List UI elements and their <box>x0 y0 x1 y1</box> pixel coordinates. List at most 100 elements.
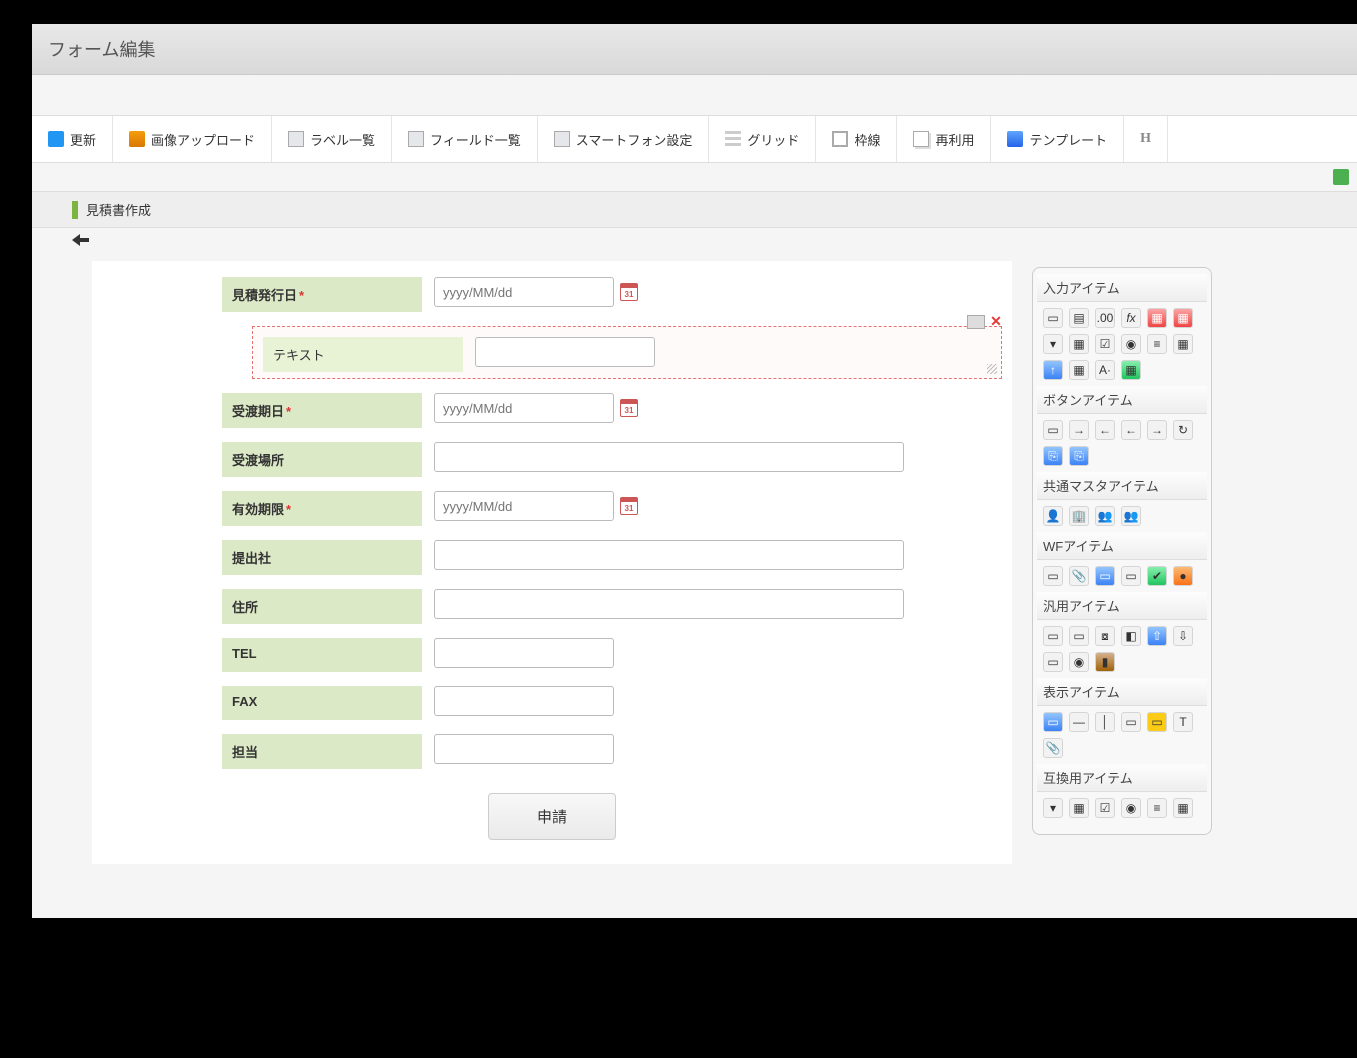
border-button[interactable]: 枠線 <box>816 116 897 162</box>
generic-camera-icon[interactable]: ⧇ <box>1095 626 1115 646</box>
grid-item-icon[interactable]: ▦ <box>1173 334 1193 354</box>
reload-button-icon[interactable]: ↻ <box>1173 420 1193 440</box>
grid-icon <box>725 131 741 147</box>
generic-barrel-icon[interactable]: ▮ <box>1095 652 1115 672</box>
display-header-icon[interactable]: ▭ <box>1043 712 1063 732</box>
wf-note-icon[interactable]: ▭ <box>1043 566 1063 586</box>
select-item-icon[interactable]: ▾ <box>1043 334 1063 354</box>
selected-item-wrap[interactable]: ✕ テキスト <box>252 326 1002 379</box>
fax-input[interactable] <box>434 686 614 716</box>
forward-button-icon[interactable]: → <box>1147 420 1167 440</box>
wf-approve-icon[interactable]: ✔ <box>1147 566 1167 586</box>
expiry-input[interactable] <box>434 491 614 521</box>
submitter-input[interactable] <box>434 540 904 570</box>
submit-button[interactable]: 申請 <box>488 793 616 840</box>
calendar-icon[interactable] <box>620 283 638 301</box>
generic-cube-icon[interactable]: ◧ <box>1121 626 1141 646</box>
text-input[interactable] <box>475 337 655 367</box>
image-upload-button[interactable]: 画像アップロード <box>113 116 272 162</box>
group-master-icon[interactable]: 👥 <box>1095 506 1115 526</box>
row-tel[interactable]: TEL <box>92 638 1012 672</box>
compat-grid-icon[interactable]: ▦ <box>1173 798 1193 818</box>
org-master-icon[interactable]: 🏢 <box>1069 506 1089 526</box>
delivery-place-input[interactable] <box>434 442 904 472</box>
wf-stamp-icon[interactable]: ● <box>1173 566 1193 586</box>
table-item-icon[interactable]: ▦ <box>1069 334 1089 354</box>
function-item-icon[interactable]: fx <box>1121 308 1141 328</box>
display-text-icon[interactable]: T <box>1173 712 1193 732</box>
compat-radio-icon[interactable]: ◉ <box>1121 798 1141 818</box>
wf-route-icon[interactable]: ▭ <box>1121 566 1141 586</box>
spreadsheet-item-icon[interactable]: ▦ <box>1069 360 1089 380</box>
text-item-icon[interactable]: ▭ <box>1043 308 1063 328</box>
prev-button-icon[interactable]: ← <box>1095 420 1115 440</box>
calendar-icon[interactable] <box>620 497 638 515</box>
person-input[interactable] <box>434 734 614 764</box>
display-image-icon[interactable]: ▭ <box>1147 712 1167 732</box>
copy-next-icon[interactable]: ⎘ <box>1069 446 1089 466</box>
row-address[interactable]: 住所 <box>92 589 1012 624</box>
wf-attach-icon[interactable]: 📎 <box>1069 566 1089 586</box>
display-vr-icon[interactable]: │ <box>1095 712 1115 732</box>
label-issue-date: 見積発行日* <box>222 277 422 312</box>
generic-disc-icon[interactable]: ◉ <box>1069 652 1089 672</box>
generic-link-icon[interactable]: ⇧ <box>1147 626 1167 646</box>
row-delivery-place[interactable]: 受渡場所 <box>92 442 1012 477</box>
issue-date-input[interactable] <box>434 277 614 307</box>
compat-check-icon[interactable]: ☑ <box>1095 798 1115 818</box>
generic-download-icon[interactable]: ⇩ <box>1173 626 1193 646</box>
label-expiry: 有効期限* <box>222 491 422 526</box>
row-person[interactable]: 担当 <box>92 734 1012 769</box>
datetime-item-icon[interactable]: ▦ <box>1173 308 1193 328</box>
row-due-date[interactable]: 受渡期日* <box>92 393 1012 428</box>
back-button[interactable] <box>72 234 90 246</box>
copy-prev-icon[interactable]: ⎘ <box>1043 446 1063 466</box>
wf-image-icon[interactable]: ▭ <box>1095 566 1115 586</box>
row-fax[interactable]: FAX <box>92 686 1012 720</box>
toolbar-label: 画像アップロード <box>151 130 255 149</box>
resize-handle-icon[interactable] <box>987 364 997 374</box>
template-button[interactable]: テンプレート <box>991 116 1124 162</box>
reuse-button[interactable]: 再利用 <box>897 116 991 162</box>
compat-list-icon[interactable]: ≡ <box>1147 798 1167 818</box>
due-date-input[interactable] <box>434 393 614 423</box>
upload-item-icon[interactable]: ↑ <box>1043 360 1063 380</box>
row-expiry[interactable]: 有効期限* <box>92 491 1012 526</box>
heading-button[interactable]: H <box>1124 116 1168 162</box>
display-clip-icon[interactable]: 📎 <box>1043 738 1063 758</box>
generic-box-icon[interactable]: ▭ <box>1069 626 1089 646</box>
address-input[interactable] <box>434 589 904 619</box>
status-icon[interactable] <box>1333 169 1349 185</box>
smartphone-button[interactable]: スマートフォン設定 <box>538 116 710 162</box>
compat-table-icon[interactable]: ▦ <box>1069 798 1089 818</box>
richtext-item-icon[interactable]: A· <box>1095 360 1115 380</box>
checkbox-item-icon[interactable]: ☑ <box>1095 334 1115 354</box>
role-master-icon[interactable]: 👥 <box>1121 506 1141 526</box>
grid-button[interactable]: グリッド <box>709 116 816 162</box>
generic-text-icon[interactable]: ▭ <box>1043 626 1063 646</box>
drag-handle-icon[interactable] <box>967 315 985 329</box>
map-item-icon[interactable]: ▦ <box>1121 360 1141 380</box>
next-button-icon[interactable]: → <box>1069 420 1089 440</box>
field-icon <box>408 131 424 147</box>
field-list-button[interactable]: フィールド一覧 <box>392 116 538 162</box>
button-item-icon[interactable]: ▭ <box>1043 420 1063 440</box>
textarea-item-icon[interactable]: ▤ <box>1069 308 1089 328</box>
tel-input[interactable] <box>434 638 614 668</box>
delete-icon[interactable]: ✕ <box>989 315 1003 329</box>
compat-select-icon[interactable]: ▾ <box>1043 798 1063 818</box>
number-item-icon[interactable]: .00 <box>1095 308 1115 328</box>
calendar-icon[interactable] <box>620 399 638 417</box>
row-issue-date[interactable]: 見積発行日* <box>92 277 1012 312</box>
date-item-icon[interactable]: ▦ <box>1147 308 1167 328</box>
list-item-icon[interactable]: ≡ <box>1147 334 1167 354</box>
generic-panel-icon[interactable]: ▭ <box>1043 652 1063 672</box>
update-button[interactable]: 更新 <box>32 116 113 162</box>
back-button-icon[interactable]: ← <box>1121 420 1141 440</box>
display-box-icon[interactable]: ▭ <box>1121 712 1141 732</box>
user-master-icon[interactable]: 👤 <box>1043 506 1063 526</box>
label-list-button[interactable]: ラベル一覧 <box>272 116 392 162</box>
row-submitter[interactable]: 提出社 <box>92 540 1012 575</box>
radio-item-icon[interactable]: ◉ <box>1121 334 1141 354</box>
display-hr-icon[interactable]: — <box>1069 712 1089 732</box>
